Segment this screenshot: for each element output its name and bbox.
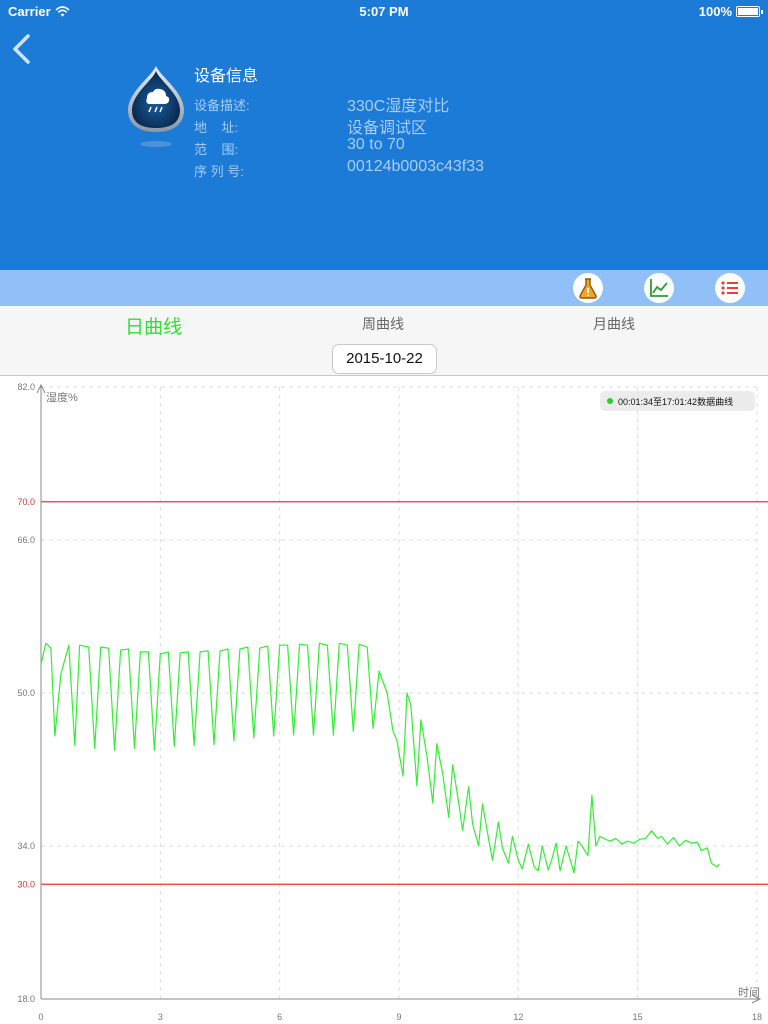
x-tick-label: 18 (752, 1012, 762, 1022)
x-tick-label: 15 (633, 1012, 643, 1022)
info-label: 地 址: (194, 120, 239, 135)
battery-percent: 100% (698, 4, 732, 19)
line-chart-icon (650, 279, 668, 297)
info-row-description: 设备描述: 330C湿度对比 (194, 92, 449, 115)
device-info-title: 设备信息 (194, 68, 259, 85)
status-time: 5:07 PM (359, 4, 409, 19)
x-tick-label: 9 (396, 1012, 401, 1022)
y-tick-label: 70.0 (17, 497, 35, 507)
tab-month-curve[interactable]: 月曲线 (593, 314, 635, 334)
device-info: 设备信息 设备描述: 330C湿度对比 地 址: 设备调试区 范 围: 30 t… (194, 62, 484, 180)
info-label: 序 列 号: (194, 164, 244, 179)
y-axis-label: 湿度% (46, 390, 78, 404)
x-axis-label: 时间 (738, 986, 760, 999)
curve-tabs: 日曲线 周曲线 月曲线 2015-10-22 (0, 306, 768, 376)
info-value: 330C湿度对比 (347, 98, 450, 115)
y-tick-label: 66.0 (17, 535, 35, 545)
y-tick-label: 18.0 (17, 994, 35, 1004)
info-value: 设备调试区 (347, 120, 428, 137)
chart-legend: 00:01:34至17:01:42数据曲线 (600, 391, 755, 411)
y-tick-label: 30.0 (17, 879, 35, 889)
x-tick-label: 0 (38, 1012, 43, 1022)
legend-marker-icon (607, 398, 613, 404)
info-row-range: 范 围: 30 to 70 (194, 136, 405, 158)
chart-toolbar (0, 270, 768, 306)
humidity-chart: 0 3 6 9 12 15 18 82.0 70.0 66.0 50.0 34.0 30.0 18.0 湿度… (17, 382, 768, 1022)
x-tick-label: 3 (158, 1012, 163, 1022)
humidity-drop-icon (128, 66, 184, 147)
back-button[interactable] (8, 30, 36, 70)
x-tick-label: 12 (513, 1012, 523, 1022)
y-tick-label: 34.0 (17, 841, 35, 851)
series-line (40, 642, 720, 874)
list-button[interactable] (715, 273, 745, 303)
status-right: 100% (698, 4, 763, 19)
tab-day-curve[interactable]: 日曲线 (125, 312, 182, 339)
tab-week-curve[interactable]: 周曲线 (362, 314, 404, 334)
info-value: 00124b0003c43f33 (347, 158, 485, 175)
y-tick-label: 82.0 (17, 382, 35, 392)
flask-warning-icon (579, 278, 597, 299)
info-row-serial: 序 列 号: 00124b0003c43f33 (194, 158, 484, 180)
battery-icon (736, 6, 763, 17)
list-icon (721, 281, 738, 295)
x-tick-label: 6 (277, 1012, 282, 1022)
info-value: 30 to 70 (347, 136, 405, 153)
y-tick-label: 50.0 (17, 688, 35, 698)
info-label: 设备描述: (194, 98, 250, 113)
info-label: 范 围: (194, 142, 239, 157)
legend-label: 00:01:34至17:01:42数据曲线 (618, 396, 734, 407)
status-bar: Carrier 5:07 PM 100% (0, 0, 768, 22)
curve-button[interactable] (644, 273, 674, 303)
alarm-button[interactable] (573, 273, 603, 303)
device-header: Carrier 5:07 PM 100% 设备信息 设备描述: 330C湿度对比… (0, 0, 768, 270)
chevron-left-icon (13, 34, 30, 64)
info-row-address: 地 址: 设备调试区 (194, 114, 427, 137)
date-picker-button[interactable]: 2015-10-22 (332, 344, 437, 374)
